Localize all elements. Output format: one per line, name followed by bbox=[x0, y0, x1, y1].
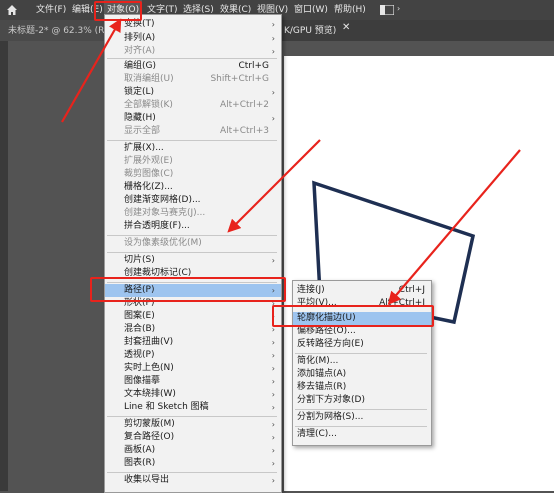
annotation-arrows bbox=[61, 18, 521, 306]
arrow-to-path-item bbox=[227, 139, 321, 233]
arrow-to-object-menu bbox=[61, 18, 122, 123]
arrow-to-outline-stroke bbox=[387, 149, 521, 306]
